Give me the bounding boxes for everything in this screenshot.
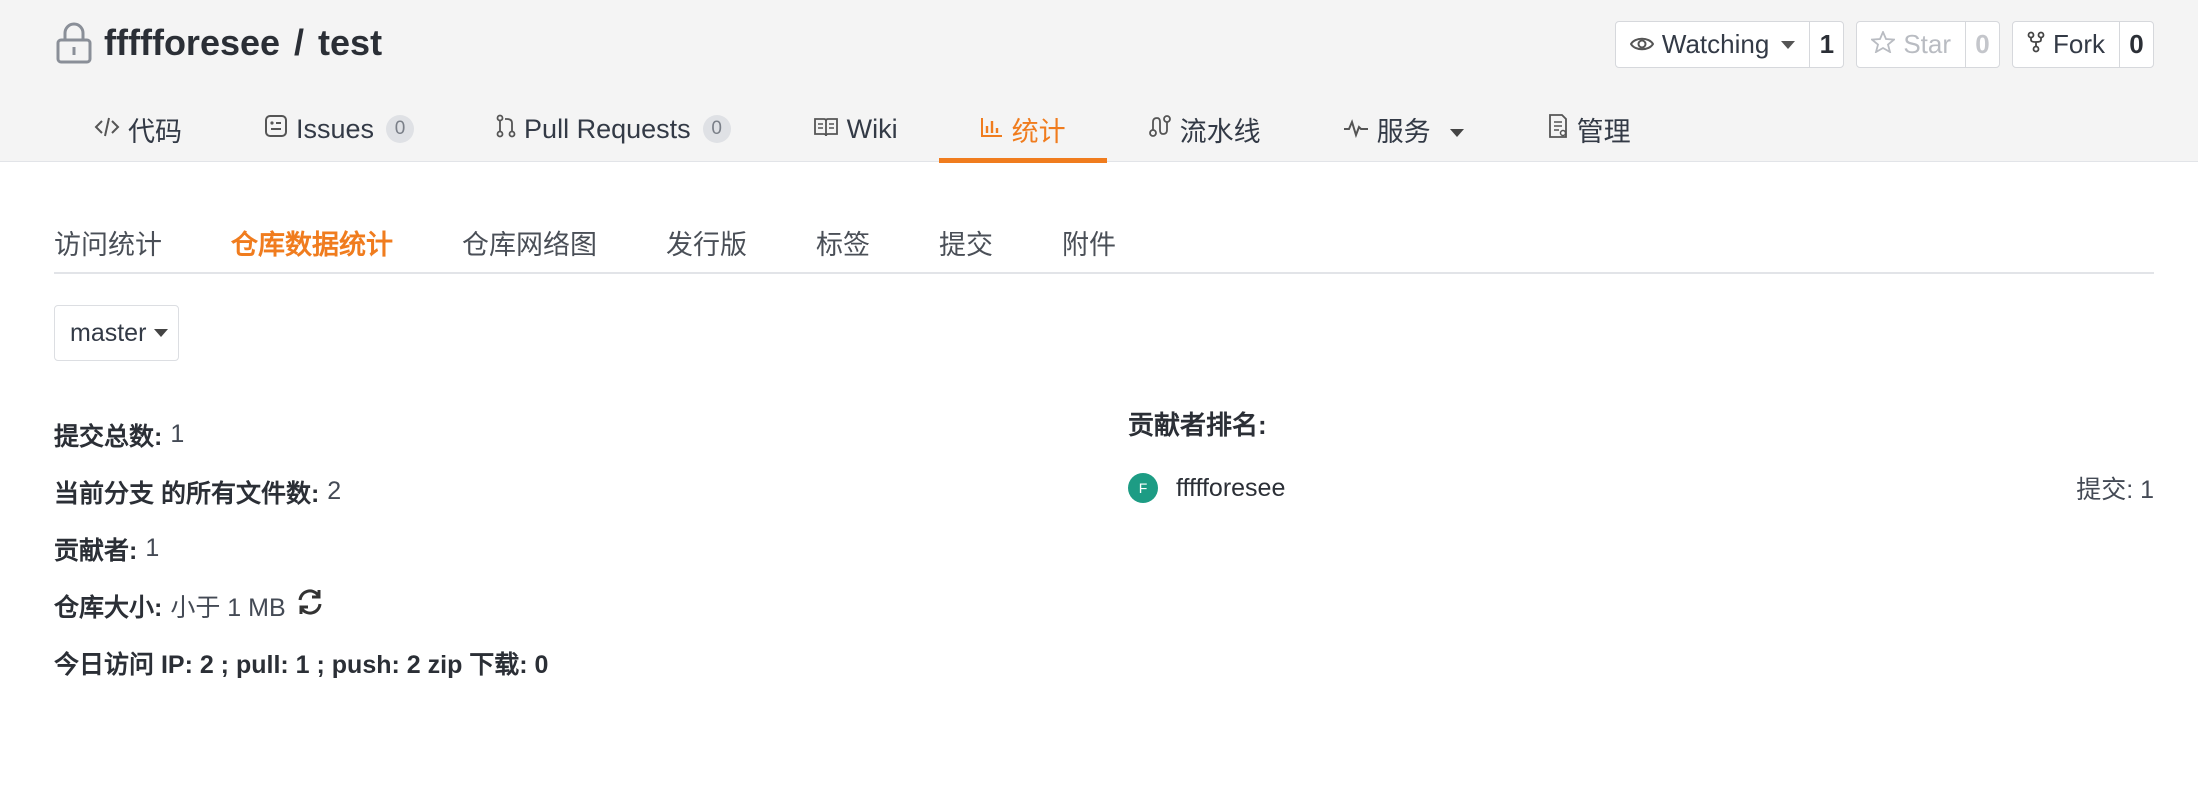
tab-manage-label: 管理 <box>1576 116 1631 147</box>
repo-title: ffffforesee / test <box>54 18 382 68</box>
tab-services-label: 服务 <box>1376 116 1431 147</box>
repo-separator: / <box>294 22 305 63</box>
tab-issues[interactable]: Issues 0 <box>223 96 455 162</box>
subtab-network-graph[interactable]: 仓库网络图 <box>462 212 597 272</box>
tab-wiki-label: Wiki <box>846 113 898 144</box>
tab-pipeline-label: 流水线 <box>1179 116 1261 147</box>
subtab-repo-data-stats[interactable]: 仓库数据统计 <box>231 212 393 272</box>
fork-icon <box>2027 29 2045 60</box>
chevron-down-icon <box>1449 114 1465 145</box>
pull-requests-count-badge: 0 <box>702 115 731 143</box>
stat-commits: 提交总数: 1 <box>54 406 548 463</box>
stat-commits-key: 提交总数: <box>54 422 163 451</box>
tab-issues-label: Issues <box>296 113 375 144</box>
fork-button[interactable]: Fork 0 <box>2012 21 2154 68</box>
repo-actions: Watching 1 Star 0 Fork 0 <box>1614 21 2154 68</box>
stat-contributors-key: 贡献者: <box>54 536 138 565</box>
fork-label: Fork <box>2053 29 2105 59</box>
tab-code[interactable]: 代码 <box>54 96 223 162</box>
contributors-title: 贡献者排名: <box>1128 409 1267 440</box>
repo-owner-link[interactable]: ffffforesee <box>104 22 280 64</box>
fork-main[interactable]: Fork <box>2013 22 2119 67</box>
star-button[interactable]: Star 0 <box>1856 21 2000 68</box>
contributor-name-link[interactable]: ffffforesee <box>1176 474 1285 503</box>
tab-pull-requests-label: Pull Requests <box>524 113 691 144</box>
lock-icon <box>54 21 94 65</box>
watch-count[interactable]: 1 <box>1809 22 1843 67</box>
star-main[interactable]: Star <box>1857 22 1965 67</box>
branch-name: master <box>70 318 147 347</box>
stat-repo-size: 仓库大小: 小于 1 MB <box>54 577 548 634</box>
star-icon <box>1870 29 1897 60</box>
branch-select[interactable]: master <box>54 305 179 361</box>
repo-tabs: 代码 Issues 0 Pull Requests 0 Wiki 统计 流水线 … <box>54 96 1672 163</box>
watch-main[interactable]: Watching <box>1616 22 1809 67</box>
tab-statistics[interactable]: 统计 <box>938 96 1107 163</box>
refresh-icon[interactable] <box>296 588 324 623</box>
star-label: Star <box>1903 29 1951 59</box>
settings-doc-icon <box>1547 113 1569 146</box>
issues-count-badge: 0 <box>386 115 415 143</box>
pipeline-icon <box>1148 114 1172 145</box>
stat-contributors-value: 1 <box>145 534 160 562</box>
contributors-ranking: 贡献者排名: F ffffforesee 提交: 1 <box>1128 400 2154 518</box>
subtab-tags[interactable]: 标签 <box>816 212 870 272</box>
tab-manage[interactable]: 管理 <box>1506 96 1672 162</box>
stat-size-value: 小于 1 MB <box>170 593 286 622</box>
stat-size-key: 仓库大小: <box>54 593 163 622</box>
watch-button[interactable]: Watching 1 <box>1614 21 1845 68</box>
tab-pull-requests[interactable]: Pull Requests 0 <box>455 96 772 162</box>
watch-label: Watching <box>1661 29 1770 59</box>
stat-files: 当前分支 的所有文件数: 2 <box>54 463 548 520</box>
tab-pipeline[interactable]: 流水线 <box>1107 96 1302 162</box>
subtab-visit-stats[interactable]: 访问统计 <box>54 212 162 272</box>
chevron-down-icon <box>1781 40 1796 49</box>
avatar[interactable]: F <box>1128 473 1158 503</box>
pull-request-icon <box>496 114 516 145</box>
star-count[interactable]: 0 <box>1965 22 1999 67</box>
code-icon <box>94 114 120 145</box>
stat-today-visits: 今日访问 IP: 2 ; pull: 1 ; push: 2 zip 下载: 0 <box>54 650 549 679</box>
subtab-attachments[interactable]: 附件 <box>1062 212 1116 272</box>
subtab-commits[interactable]: 提交 <box>939 212 993 272</box>
stat-contributors: 贡献者: 1 <box>54 520 548 577</box>
stat-files-key: 当前分支 的所有文件数: <box>54 479 320 508</box>
repo-name-link[interactable]: test <box>318 22 382 64</box>
repo-stats: 提交总数: 1 当前分支 的所有文件数: 2 贡献者: 1 仓库大小: 小于 1… <box>54 406 548 691</box>
tab-wiki[interactable]: Wiki <box>772 96 939 162</box>
list-item: F ffffforesee 提交: 1 <box>1128 458 2154 518</box>
pulse-icon <box>1343 114 1369 145</box>
issues-icon <box>264 114 288 145</box>
tab-services[interactable]: 服务 <box>1302 96 1506 162</box>
statistics-subtabs: 访问统计 仓库数据统计 仓库网络图 发行版 标签 提交 附件 <box>54 212 2154 274</box>
book-icon <box>813 114 839 145</box>
subtab-releases[interactable]: 发行版 <box>666 212 747 272</box>
chevron-down-icon <box>154 329 169 337</box>
tab-code-label: 代码 <box>128 116 182 147</box>
bar-chart-icon <box>980 114 1004 145</box>
tab-statistics-label: 统计 <box>1011 116 1066 147</box>
eye-icon <box>1629 29 1655 60</box>
repo-header: ffffforesee / test Watching 1 Star 0 For… <box>0 0 2198 163</box>
contributor-commit-count: 提交: 1 <box>2076 476 2154 504</box>
stat-commits-value: 1 <box>170 420 185 448</box>
fork-count[interactable]: 0 <box>2119 22 2153 67</box>
stat-files-value: 2 <box>327 477 342 505</box>
